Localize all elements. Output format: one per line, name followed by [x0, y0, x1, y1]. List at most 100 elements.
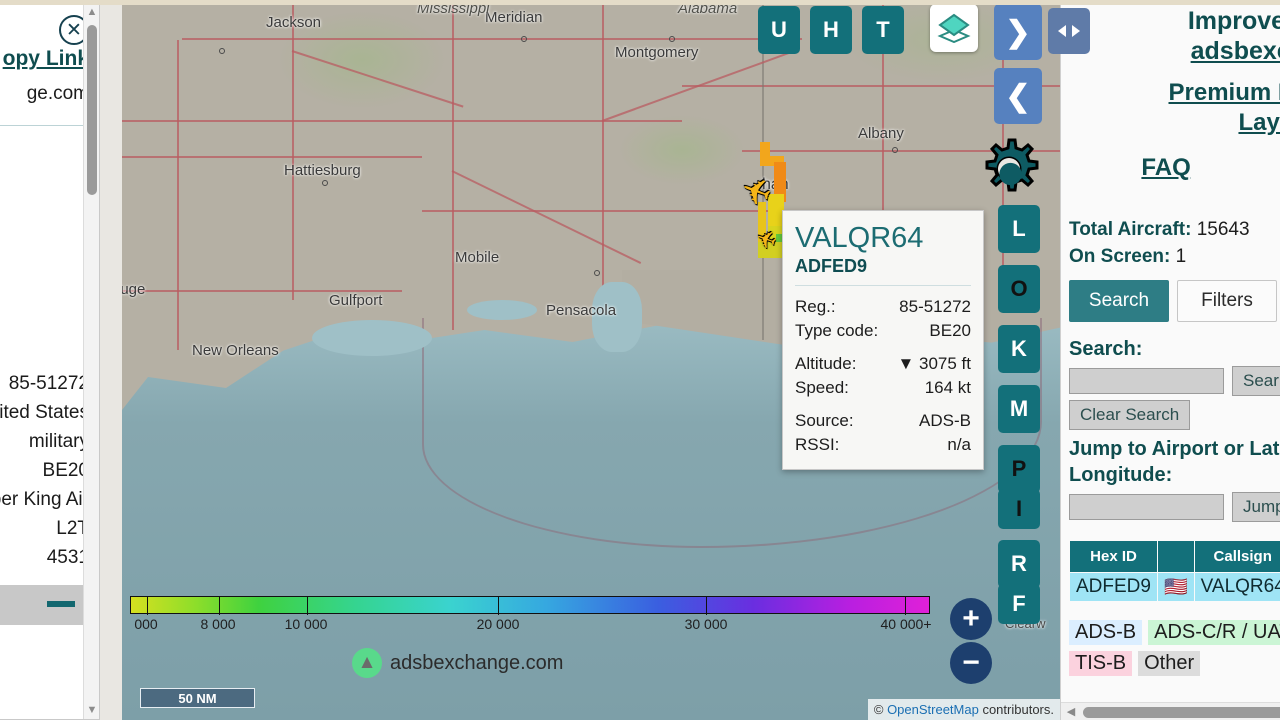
map-label-new-orleans: New Orleans	[192, 342, 279, 359]
altitude-tick	[146, 597, 148, 615]
layers-icon	[937, 13, 971, 43]
altitude-gradient-bar	[130, 596, 930, 615]
clear-search-button[interactable]: Clear Search	[1069, 400, 1191, 430]
city-dot	[669, 36, 675, 42]
search-input[interactable]	[1069, 368, 1224, 394]
table-header-cell[interactable]	[1156, 540, 1195, 573]
scroll-left-icon[interactable]: ◀	[1063, 703, 1079, 720]
map-lake	[467, 300, 537, 320]
next-aircraft-button[interactable]: ❯	[994, 4, 1042, 60]
flag-icon: 🇺🇸	[1156, 572, 1195, 602]
callsign-cell: VALQR64	[1193, 572, 1280, 602]
map-road	[177, 40, 179, 350]
jump-button[interactable]: Jump	[1232, 492, 1280, 522]
popup-row-label: Speed:	[795, 378, 849, 397]
map-button-o[interactable]: O	[998, 265, 1040, 313]
city-dot	[219, 48, 225, 54]
map-button-r[interactable]: R	[998, 540, 1040, 588]
map-button-t[interactable]: T	[862, 6, 904, 54]
popup-hex-id: ADFED9	[795, 256, 868, 276]
aircraft-detail-value: 85-51272	[8, 373, 89, 394]
expand-collapse-icon	[1058, 25, 1080, 37]
panel-dash-indicator	[47, 601, 75, 607]
search-form: Search: Sear Clear Search Jump to Airpor…	[1061, 336, 1280, 522]
jump-label-line2: Longitude:	[1069, 464, 1173, 486]
popup-row-value: ADS-B	[919, 411, 971, 430]
table-header-cell[interactable]: Callsign	[1193, 540, 1280, 573]
map-label-jackson: Jackson	[266, 14, 322, 31]
map-scale-bar: 50 NM	[140, 688, 255, 708]
openstreetmap-link[interactable]: OpenStreetMap	[887, 702, 979, 717]
popup-callsign: VALQR64	[795, 222, 924, 254]
aircraft-detail-value: nited States	[0, 402, 89, 423]
panel-grey-bar	[0, 585, 89, 625]
map-road	[122, 156, 422, 158]
tab-filters[interactable]: Filters	[1177, 280, 1277, 322]
popup-divider	[795, 285, 971, 286]
map-button-i[interactable]: I	[998, 489, 1040, 529]
map-button-l[interactable]: L	[998, 205, 1040, 253]
popup-row-label: Altitude:	[795, 354, 857, 373]
scrollbar-thumb[interactable]	[87, 25, 97, 195]
faq-link[interactable]: FAQ	[1141, 154, 1190, 182]
tiny-link[interactable]: ta	[1061, 190, 1280, 202]
popup-row-value: n/a	[947, 435, 971, 454]
tab-search[interactable]: Search	[1069, 280, 1169, 322]
aircraft-table[interactable]: Hex IDCallsignTyp ADFED9🇺🇸VALQR64BE2	[1061, 540, 1280, 602]
map-button-f[interactable]: F	[998, 584, 1040, 624]
city-dot	[322, 180, 328, 186]
aircraft-detail-value: L2T	[56, 518, 89, 539]
map-label-pensacola: Pensacola	[546, 302, 617, 319]
legend-adsc: ADS-C/R / UAT	[1148, 620, 1280, 645]
sidebar-quick-links: FAQ Map	[1061, 154, 1280, 182]
map-canvas[interactable]: Jackson Meridian Mississippi Alabama Mon…	[122, 0, 1060, 720]
source-legend: ADS-B ADS-C/R / UAT TIS-B Other	[1061, 620, 1280, 676]
zoom-in-button[interactable]: +	[950, 598, 992, 640]
map-button-k[interactable]: K	[998, 325, 1040, 373]
jump-input[interactable]	[1069, 494, 1224, 520]
brand-label: adsbexchange.com	[390, 651, 564, 674]
popup-row: Source: ADS-B	[795, 400, 971, 433]
scroll-up-icon[interactable]: ▲	[84, 3, 99, 21]
sidebar-header-link[interactable]: adsbexchang	[1071, 36, 1280, 66]
table-row[interactable]: ADFED9🇺🇸VALQR64BE2	[1069, 572, 1280, 602]
prev-aircraft-button[interactable]: ❮	[994, 68, 1042, 124]
zoom-out-button[interactable]: −	[950, 642, 992, 684]
map-button-u-label: U	[771, 17, 787, 42]
scroll-down-icon[interactable]: ▼	[84, 701, 99, 719]
altitude-tick	[905, 597, 907, 615]
map-button-m[interactable]: M	[998, 385, 1040, 433]
zoom-in-label: +	[962, 602, 980, 635]
popup-row: Altitude: ▼ 3075 ft	[795, 343, 971, 376]
hscroll-thumb[interactable]	[1083, 707, 1280, 718]
table-header-cell[interactable]: Hex ID	[1069, 540, 1158, 573]
aircraft-info-popup[interactable]: VALQR64 ADFED9 Reg.: 85-51272 Type code: BE…	[782, 210, 984, 470]
aircraft-detail-panel[interactable]: ✕ opy Link ge.com 85-51272nited Statesmi…	[0, 0, 100, 720]
map-button-u[interactable]: U	[758, 6, 800, 54]
adsbexchange-logo-icon: ▲	[352, 648, 382, 678]
left-panel-scrollbar[interactable]: ▲ ▼	[83, 1, 99, 719]
altitude-tick-label: 8 000	[200, 616, 236, 632]
city-dot	[892, 147, 898, 153]
popup-row-label: RSSI:	[795, 435, 840, 454]
layers-button[interactable]	[930, 4, 978, 52]
table-header-row: Hex IDCallsignTyp	[1069, 540, 1280, 573]
sidebar-horizontal-scrollbar[interactable]: ◀	[1061, 702, 1280, 720]
city-dot	[521, 36, 527, 42]
right-sidebar[interactable]: Improve Cove adsbexchang Premium Login: …	[1060, 0, 1280, 720]
map-attribution: © OpenStreetMap contributors.	[867, 699, 1060, 720]
settings-button[interactable]	[976, 136, 1042, 202]
aircraft-detail-value: per King Air	[0, 489, 89, 510]
brand-watermark: ▲ adsbexchange.com	[352, 648, 563, 678]
map-lake	[312, 320, 432, 356]
map-button-h[interactable]: H	[810, 6, 852, 54]
popup-row: Speed: 164 kt	[795, 376, 971, 400]
map-button-p[interactable]: P	[998, 445, 1040, 493]
aircraft-detail-value: BE20	[42, 460, 89, 481]
altitude-tick-label: 40 000+	[880, 616, 932, 632]
search-button[interactable]: Sear	[1232, 366, 1280, 396]
premium-login-link[interactable]: Premium Login: n Layer	[1061, 78, 1280, 138]
map-label-montgomery: Montgomery	[615, 44, 699, 61]
popup-row-label: Type code:	[795, 321, 879, 340]
sidebar-toggle-button[interactable]	[1048, 8, 1090, 54]
